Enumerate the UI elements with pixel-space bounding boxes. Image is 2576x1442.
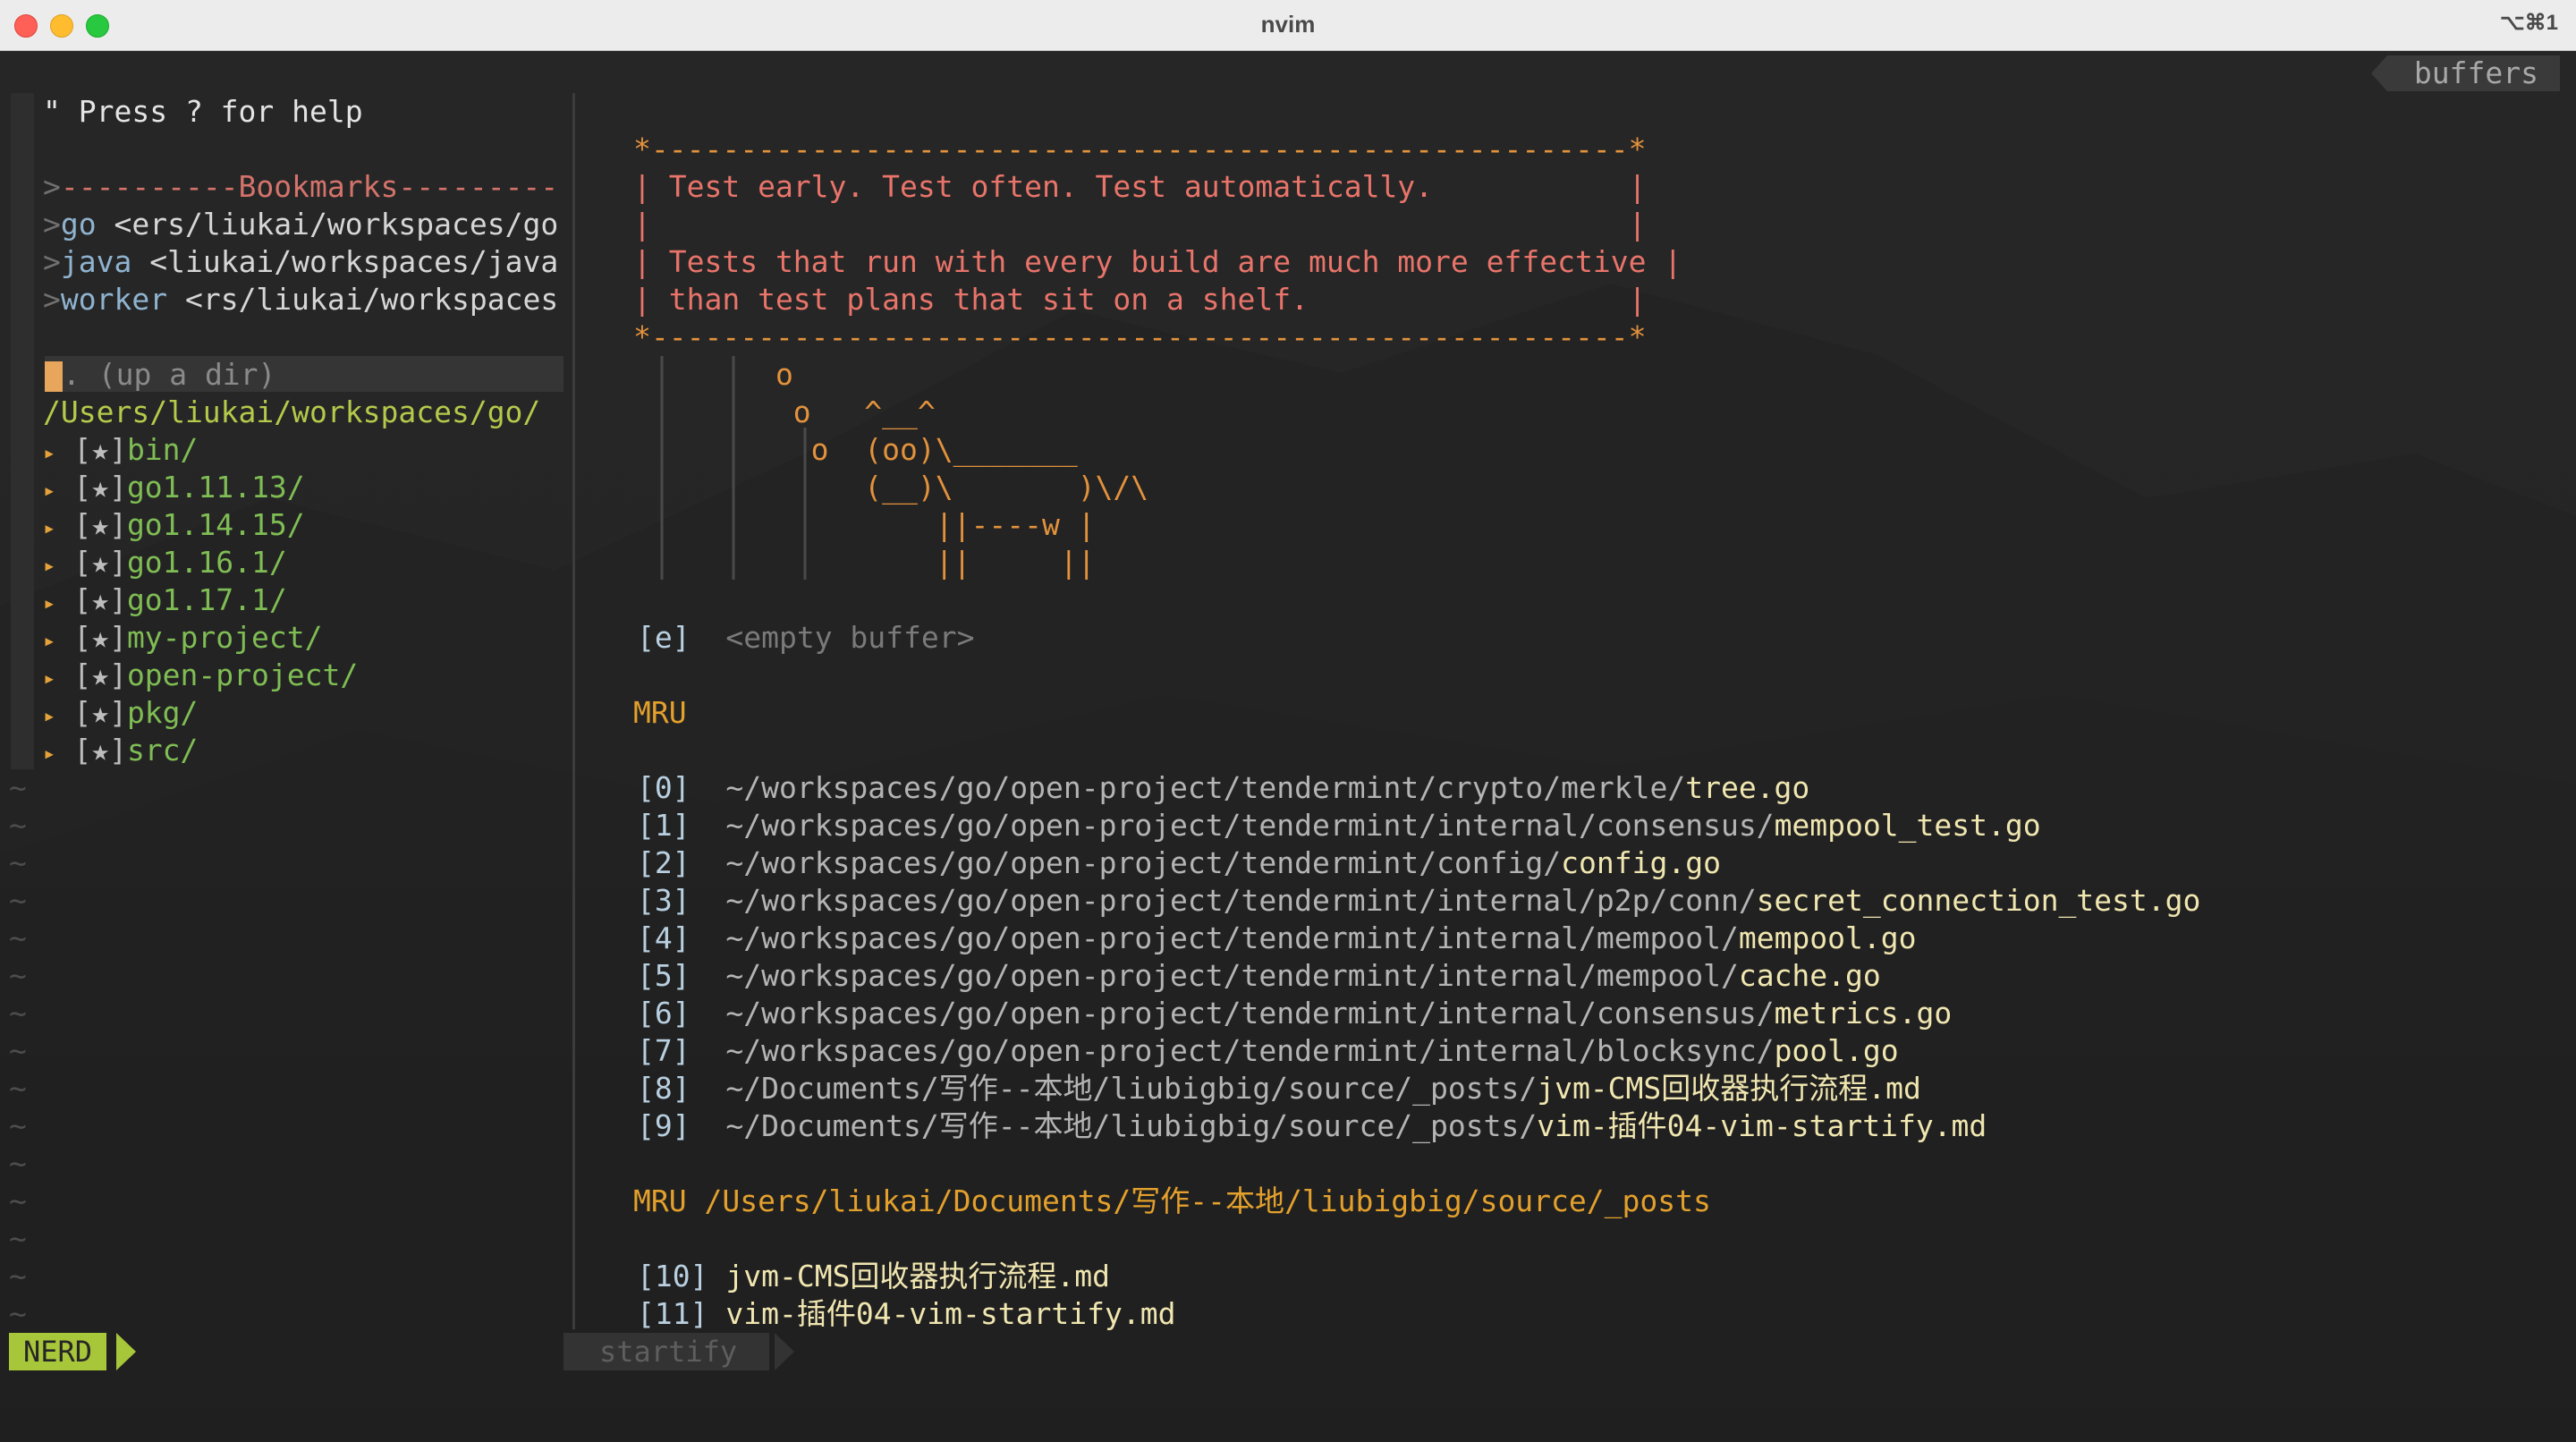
quote-line-3: | Tests that run with every build are mu… [633, 244, 1682, 279]
startify-empty-buffer[interactable]: [e] <empty buffer> [637, 619, 975, 657]
tree-dir-item[interactable]: ▸ [★]open-project/ [43, 657, 358, 694]
cowsay-line-1: o [633, 357, 793, 392]
quote-box-top: *---------------------------------------… [633, 131, 1647, 166]
collapsed-arrow-icon: ▸ [43, 703, 56, 728]
mru-item[interactable]: [5] ~/workspaces/go/open-project/tenderm… [637, 957, 1881, 995]
terminal-window: nvim ⌥⌘1 buffers " Press ? for help >---… [0, 0, 2576, 1442]
end-of-buffer-tilde: ~ [9, 1146, 27, 1181]
cowsay-line-3: o (oo)\_______ [633, 432, 1078, 467]
bookmark-worker[interactable]: >worker <rs/liukai/workspaces [43, 281, 558, 318]
dir-star-marker: [★] [73, 545, 127, 580]
mru-item[interactable]: [4] ~/workspaces/go/open-project/tenderm… [637, 920, 1917, 957]
quote-line-2: | | [633, 207, 1647, 242]
tree-dir-item[interactable]: ▸ [★]go1.14.15/ [43, 506, 305, 544]
dir-star-marker: [★] [73, 582, 127, 617]
end-of-buffer-tilde: ~ [9, 1108, 27, 1143]
window-title: nvim [1260, 11, 1316, 38]
collapsed-arrow-icon: ▸ [43, 515, 56, 540]
dir-name: my-project/ [126, 620, 323, 655]
statusline-separator [775, 1333, 794, 1370]
tree-dir-item[interactable]: ▸ [★]my-project/ [43, 619, 322, 657]
mru-item[interactable]: [9] ~/Documents/写作--本地/liubigbig/source/… [637, 1107, 1987, 1145]
end-of-buffer-tilde: ~ [9, 845, 27, 880]
bookmarks-header: >----------Bookmarks--------- [43, 169, 559, 204]
mru-item[interactable]: [0] ~/workspaces/go/open-project/tenderm… [637, 769, 1809, 807]
nerdtree-help-hint: " Press ? for help [43, 94, 363, 129]
dir-name: go1.17.1/ [126, 582, 287, 617]
collapsed-arrow-icon: ▸ [43, 666, 56, 691]
mru-dir-item[interactable]: [10] jvm-CMS回收器执行流程.md [637, 1258, 1110, 1295]
statusline-separator [116, 1333, 136, 1370]
mru-item[interactable]: [1] ~/workspaces/go/open-project/tenderm… [637, 807, 2041, 844]
mru-dir-header: MRU /Users/liukai/Documents/写作--本地/liubi… [633, 1183, 1711, 1218]
collapsed-arrow-icon: ▸ [43, 478, 56, 503]
end-of-buffer-tilde: ~ [9, 770, 27, 805]
dir-name: go1.16.1/ [126, 545, 287, 580]
dir-star-marker: [★] [73, 620, 127, 655]
tree-dir-item[interactable]: ▸ [★]pkg/ [43, 694, 198, 732]
collapsed-arrow-icon: ▸ [43, 590, 56, 615]
end-of-buffer-tilde: ~ [9, 920, 27, 955]
tree-dir-item[interactable]: ▸ [★]go1.16.1/ [43, 544, 287, 581]
mru-dir-item[interactable]: [11] vim-插件04-vim-startify.md [637, 1295, 1175, 1333]
cowsay-line-4: (__)\ )\/\ [633, 470, 1149, 505]
dir-star-marker: [★] [73, 470, 127, 505]
cowsay-line-6: || || [633, 545, 1096, 580]
cowsay-line-5: ||----w | [633, 507, 1096, 542]
dir-star-marker: [★] [73, 507, 127, 542]
end-of-buffer-tilde: ~ [9, 996, 27, 1031]
tree-dir-item[interactable]: ▸ [★]src/ [43, 732, 198, 769]
startify-statusline: startify [564, 1333, 770, 1370]
cowsay-line-2: o ^__^ [633, 394, 936, 429]
window-shortcut: ⌥⌘1 [2499, 11, 2558, 35]
text-cursor [45, 360, 63, 392]
mru-item[interactable]: [8] ~/Documents/写作--本地/liubigbig/source/… [637, 1070, 1921, 1107]
mru-item[interactable]: [3] ~/workspaces/go/open-project/tenderm… [637, 882, 2200, 920]
collapsed-arrow-icon: ▸ [43, 628, 56, 653]
collapsed-arrow-icon: ▸ [43, 440, 56, 465]
end-of-buffer-tilde: ~ [9, 1071, 27, 1106]
dir-star-marker: [★] [73, 695, 127, 730]
mru-item[interactable]: [2] ~/workspaces/go/open-project/tenderm… [637, 844, 1721, 882]
quote-box-bottom: *---------------------------------------… [633, 319, 1647, 354]
bookmark-java[interactable]: >java <liukai/workspaces/java [43, 243, 558, 281]
nerdtree-statusline: NERD [9, 1333, 107, 1370]
dir-star-marker: [★] [73, 657, 127, 692]
collapsed-arrow-icon: ▸ [43, 553, 56, 578]
end-of-buffer-tilde: ~ [9, 883, 27, 918]
end-of-buffer-tilde: ~ [9, 1259, 27, 1294]
dir-name: src/ [126, 733, 199, 768]
mru-item[interactable]: [6] ~/workspaces/go/open-project/tenderm… [637, 995, 1952, 1032]
end-of-buffer-tilde: ~ [9, 1296, 27, 1331]
end-of-buffer-tilde: ~ [9, 1033, 27, 1068]
end-of-buffer-tilde: ~ [9, 1183, 27, 1218]
quote-line-1: | Test early. Test often. Test automatic… [633, 169, 1647, 204]
collapsed-arrow-icon: ▸ [43, 741, 56, 766]
bookmark-go[interactable]: >go <ers/liukai/workspaces/go [43, 206, 558, 243]
mru-item[interactable]: [7] ~/workspaces/go/open-project/tenderm… [637, 1032, 1899, 1070]
window-separator[interactable] [572, 93, 575, 1329]
mru-header: MRU [633, 695, 687, 730]
tree-dir-item[interactable]: ▸ [★]bin/ [43, 431, 198, 469]
end-of-buffer-tilde: ~ [9, 808, 27, 843]
tree-root-path[interactable]: /Users/liukai/workspaces/go/ [43, 394, 540, 431]
dir-name: go1.11.13/ [126, 470, 305, 505]
up-a-dir[interactable]: . (up a dir) [45, 356, 275, 394]
quote-line-4: | than test plans that sit on a shelf. | [633, 282, 1647, 317]
dir-star-marker: [★] [73, 432, 127, 467]
dir-name: go1.14.15/ [126, 507, 305, 542]
dir-name: open-project/ [126, 657, 359, 692]
dir-star-marker: [★] [73, 733, 127, 768]
end-of-buffer-tilde: ~ [9, 1221, 27, 1256]
dir-name: pkg/ [126, 695, 199, 730]
end-of-buffer-tilde: ~ [9, 958, 27, 993]
tabline-buffers[interactable]: buffers [2370, 55, 2560, 91]
title-bar: nvim ⌥⌘1 [0, 0, 2576, 51]
nerdtree-sign-column [11, 93, 34, 769]
tree-dir-item[interactable]: ▸ [★]go1.17.1/ [43, 581, 287, 619]
tree-dir-item[interactable]: ▸ [★]go1.11.13/ [43, 469, 305, 506]
dir-name: bin/ [126, 432, 199, 467]
